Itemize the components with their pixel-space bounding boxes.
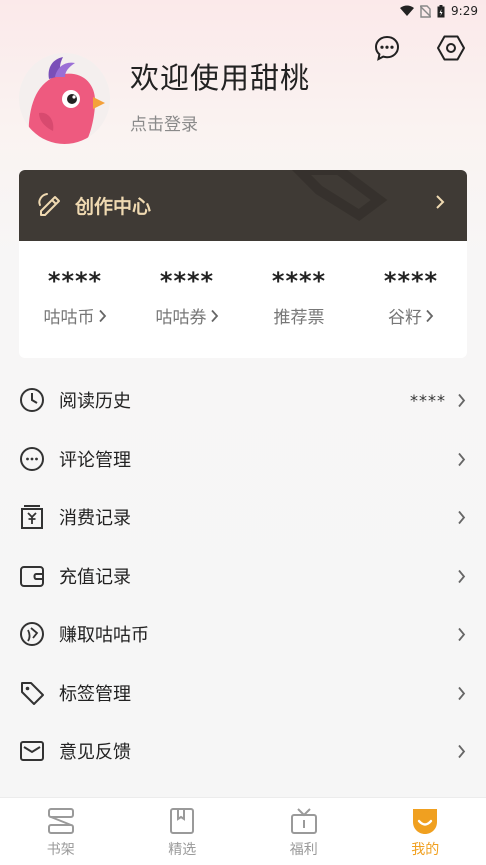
pencil-edit-icon [37, 191, 63, 221]
profile-header[interactable]: 欢迎使用甜桃 点击登录 [19, 53, 310, 144]
menu-item-reading-history[interactable]: 阅读历史 **** [0, 371, 486, 430]
tab-label: 福利 [289, 842, 318, 858]
account-card: 创作中心 **** 咕咕币 **** 咕咕券 **** 推荐票 **** 谷籽 [19, 170, 467, 358]
tab-label: 精选 [168, 842, 197, 858]
settings-hexagon-icon [437, 35, 465, 61]
receipt-yen-icon [19, 504, 45, 530]
book-icon [170, 808, 195, 834]
login-link[interactable]: 点击登录 [130, 110, 310, 135]
coin-icon [19, 621, 45, 647]
wifi-icon [400, 5, 415, 17]
status-bar: 9:29 [0, 0, 486, 22]
chevron-right-icon [457, 569, 466, 588]
menu-item-comment-management[interactable]: 评论管理 [0, 430, 486, 489]
gift-icon [290, 808, 317, 834]
decorative-pen-icon [291, 170, 388, 222]
tab-label: 我的 [411, 842, 440, 858]
menu-item-label: 赚取咕咕币 [59, 625, 149, 647]
creator-center-title: 创作中心 [75, 196, 152, 218]
tab-mine[interactable]: 我的 [365, 798, 486, 865]
wallet-icon [19, 563, 45, 589]
tab-featured[interactable]: 精选 [122, 798, 244, 865]
stat-label: 推荐票 [273, 308, 325, 328]
stat-label: 咕咕币 [43, 308, 95, 328]
chevron-right-icon [98, 309, 106, 322]
menu-item-label: 阅读历史 [59, 391, 131, 413]
tag-icon [19, 680, 45, 706]
chevron-right-icon [457, 452, 466, 471]
bookshelf-icon [47, 808, 74, 834]
menu-item-value: **** [410, 390, 446, 410]
chevron-right-icon [457, 393, 466, 412]
clock-icon [19, 387, 45, 413]
battery-icon [437, 4, 445, 18]
mail-icon [19, 738, 45, 764]
chevron-right-icon [457, 744, 466, 763]
tab-bookshelf[interactable]: 书架 [0, 798, 122, 865]
stat-recommend-ticket[interactable]: **** 推荐票 [243, 241, 355, 358]
stat-gugu-coin[interactable]: **** 咕咕币 [19, 241, 131, 358]
welcome-title: 欢迎使用甜桃 [130, 60, 311, 95]
chevron-right-icon [457, 510, 466, 529]
menu-item-consumption-records[interactable]: 消费记录 [0, 488, 486, 547]
chevron-right-icon [435, 194, 445, 214]
creator-center-banner[interactable]: 创作中心 [19, 170, 467, 241]
menu-item-recharge-records[interactable]: 充值记录 [0, 547, 486, 606]
stat-value: **** [47, 267, 103, 295]
chevron-right-icon [457, 686, 466, 705]
stat-label: 咕咕券 [155, 308, 207, 328]
menu-item-label: 标签管理 [59, 683, 131, 705]
chevron-right-icon [426, 309, 434, 322]
tab-label: 书架 [46, 842, 75, 858]
menu-item-tag-management[interactable]: 标签管理 [0, 664, 486, 723]
no-sim-icon [420, 4, 432, 18]
profile-face-icon [413, 809, 438, 834]
stat-value: **** [159, 267, 215, 295]
stat-label: 谷籽 [388, 308, 422, 328]
settings-button[interactable] [436, 33, 466, 63]
menu-item-feedback[interactable]: 意见反馈 [0, 722, 486, 781]
chat-bubble-icon [374, 35, 400, 61]
menu-item-earn-gugu-coin[interactable]: 赚取咕咕币 [0, 605, 486, 664]
tab-welfare[interactable]: 福利 [243, 798, 365, 865]
menu-item-label: 充值记录 [59, 566, 131, 588]
avatar[interactable] [19, 53, 110, 144]
chevron-right-icon [457, 627, 466, 646]
stat-gugu-coupon[interactable]: **** 咕咕券 [131, 241, 243, 358]
stats-row: **** 咕咕币 **** 咕咕券 **** 推荐票 **** 谷籽 [19, 241, 467, 358]
menu-item-label: 意见反馈 [59, 742, 131, 764]
menu-list: 阅读历史 **** 评论管理 消费记录 充值记录 赚取咕咕币 标签管理 意见反馈 [0, 371, 486, 781]
header-actions [372, 33, 466, 63]
bottom-tab-bar: 书架 精选 福利 我的 [0, 797, 486, 865]
comment-icon [19, 446, 45, 472]
stat-value: **** [383, 267, 439, 295]
bird-avatar-icon [19, 53, 110, 144]
status-time: 9:29 [451, 4, 478, 18]
message-button[interactable] [372, 33, 402, 63]
menu-item-label: 评论管理 [59, 449, 131, 471]
stat-value: **** [271, 267, 327, 295]
menu-item-label: 消费记录 [59, 508, 131, 530]
chevron-right-icon [210, 309, 218, 322]
stat-seed[interactable]: **** 谷籽 [355, 241, 467, 358]
